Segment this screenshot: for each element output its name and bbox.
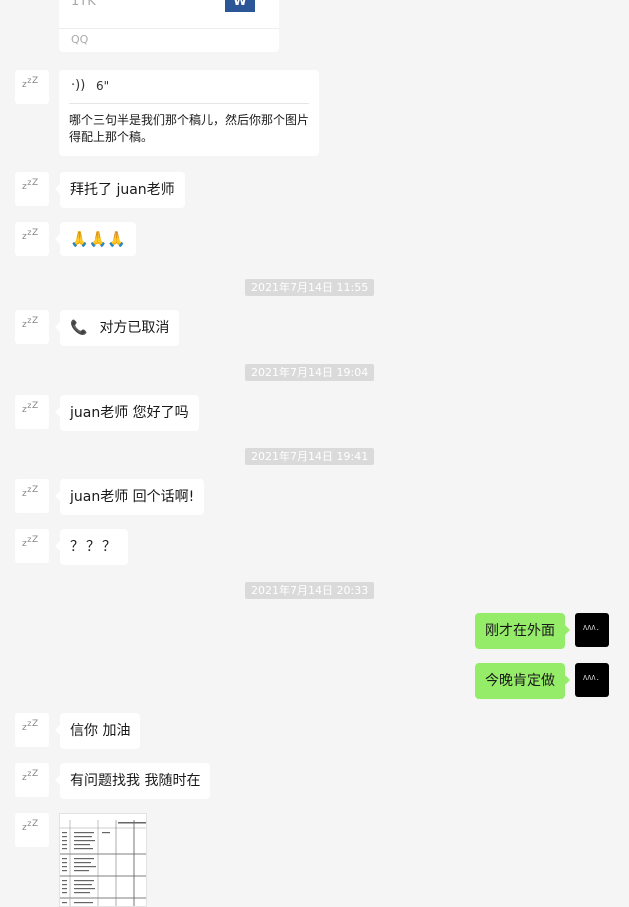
voice-duration: 6" [96, 79, 110, 93]
timestamp: 2021年7月14日 11:55 [245, 279, 375, 296]
contact-avatar[interactable]: zzZ [15, 479, 49, 513]
message-bubble[interactable]: 拜托了 juan老师 [55, 172, 185, 208]
contact-avatar[interactable]: zzZ [15, 172, 49, 206]
phone-icon: 📞 [70, 320, 88, 336]
contact-avatar[interactable]: zzZ [15, 395, 49, 429]
my-avatar[interactable]: ΛΛΛ. [575, 613, 609, 647]
my-message-bubble[interactable]: 今晚肯定做 [475, 663, 570, 699]
voice-transcript-line2: 得配上那个稿。 [69, 130, 154, 144]
message-bubble[interactable]: ？？？ [55, 529, 128, 565]
voice-wave-icon: ·)) [71, 78, 86, 93]
message-bubble[interactable]: 信你 加油 [54, 713, 141, 749]
message-bubble[interactable]: juan老师 您好了吗 [55, 395, 199, 431]
contact-avatar[interactable]: zzZ [15, 813, 49, 847]
timestamp: 2021年7月14日 20:33 [245, 582, 375, 599]
card-source-label: QQ [71, 33, 89, 46]
app-badge-icon: W [225, 0, 255, 12]
shared-link-card[interactable]: 1TK W QQ [59, 0, 279, 52]
contact-avatar[interactable]: zzZ [15, 713, 49, 747]
card-title-partial: 1TK [71, 0, 96, 9]
message-bubble[interactable]: juan老师 回个话啊! [54, 479, 205, 515]
contact-avatar[interactable]: zzZ [15, 70, 49, 104]
call-record-bubble[interactable]: 📞 对方已取消 [54, 310, 180, 346]
contact-avatar[interactable]: zzZ [15, 310, 49, 344]
contact-avatar[interactable]: zzZ [15, 222, 49, 256]
message-bubble[interactable]: 有问题找我 我随时在 [54, 763, 211, 799]
contact-avatar[interactable]: zzZ [15, 529, 49, 563]
image-message-thumbnail[interactable] [59, 813, 147, 907]
timestamp: 2021年7月14日 19:04 [245, 364, 375, 381]
spreadsheet-image [60, 814, 146, 906]
contact-avatar[interactable]: zzZ [15, 763, 49, 797]
emoji-message-bubble[interactable]: 🙏🙏🙏 [54, 222, 137, 256]
timestamp: 2021年7月14日 19:41 [245, 448, 375, 465]
voice-message-card[interactable]: ·)) 6" 哪个三句半是我们那个稿儿，然后你那个图片 得配上那个稿。 [59, 70, 319, 156]
my-avatar[interactable]: ΛΛΛ. [575, 663, 609, 697]
voice-transcript-line1: 哪个三句半是我们那个稿儿，然后你那个图片 [69, 113, 310, 127]
my-message-bubble[interactable]: 刚才在外面 [475, 613, 570, 649]
call-status-text: 对方已取消 [99, 320, 170, 336]
